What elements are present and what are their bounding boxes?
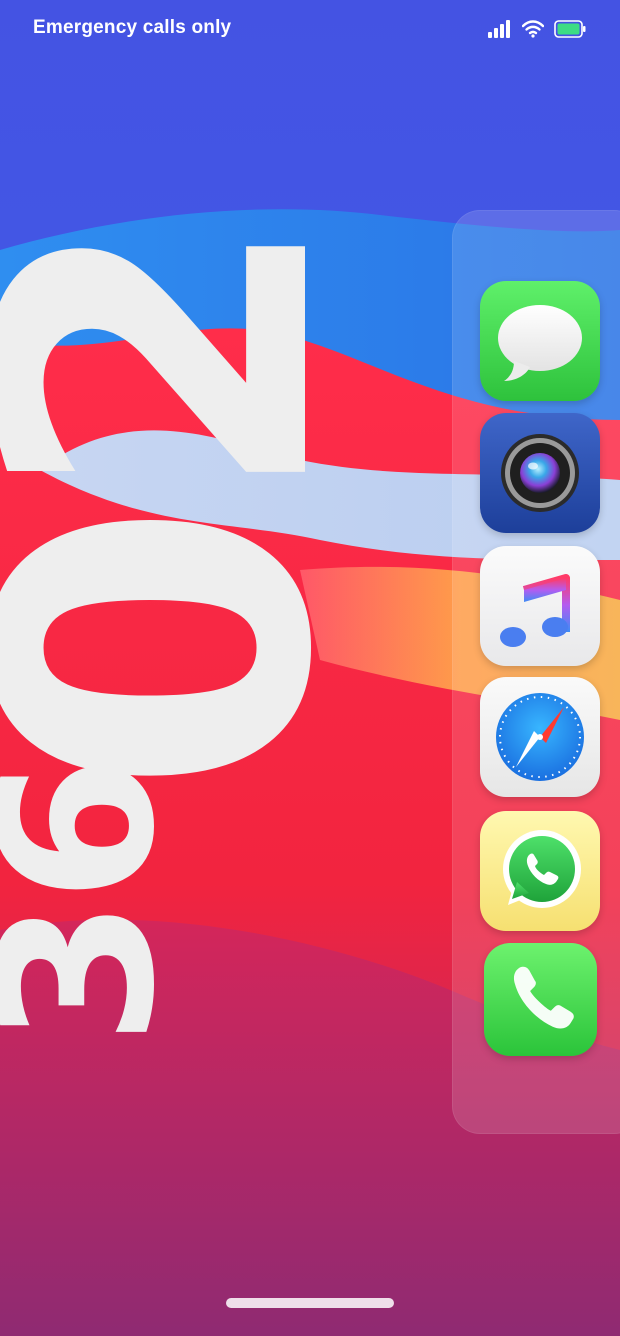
camera-app[interactable] — [480, 413, 600, 533]
lock-screen: Emergency calls only 36 02 — [0, 0, 620, 1336]
whatsapp-app[interactable] — [480, 811, 600, 931]
messages-icon — [480, 281, 600, 401]
wifi-icon — [522, 20, 544, 38]
camera-icon — [480, 413, 600, 533]
safari-icon — [480, 677, 600, 797]
phone-app[interactable] — [484, 943, 597, 1056]
carrier-text: Emergency calls only — [33, 17, 232, 38]
home-indicator[interactable] — [226, 1298, 394, 1308]
safari-app[interactable] — [480, 677, 600, 797]
phone-icon — [484, 943, 597, 1056]
status-icons — [488, 18, 586, 40]
messages-app[interactable] — [480, 281, 600, 401]
music-app[interactable] — [480, 546, 600, 666]
whatsapp-icon — [480, 811, 600, 931]
signal-icon — [488, 20, 510, 38]
status-bar: Emergency calls only — [0, 0, 620, 60]
music-icon — [480, 546, 600, 666]
battery-icon — [554, 20, 586, 38]
